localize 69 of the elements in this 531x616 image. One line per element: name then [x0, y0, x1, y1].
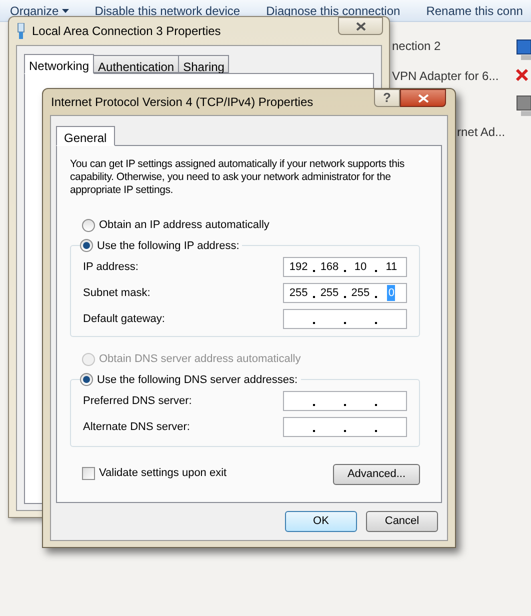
radio-button[interactable]	[82, 218, 95, 232]
octet-separator	[313, 404, 315, 406]
octet-value: 0	[387, 284, 396, 302]
octet-value: 168	[320, 260, 339, 275]
dialog-button[interactable]: Cancel	[366, 511, 438, 532]
network-monitor-icon	[515, 38, 531, 62]
x-mark-icon	[515, 68, 529, 82]
field-label: Preferred DNS server:	[83, 394, 192, 409]
octet-value: 255	[320, 286, 339, 301]
ip-address-field[interactable]: 192 168 10 11	[283, 257, 407, 277]
toolbar-button[interactable]: Organize	[10, 2, 69, 20]
tab[interactable]: Sharing	[178, 55, 230, 73]
ip-address-field[interactable]	[283, 417, 407, 437]
checkbox[interactable]	[82, 466, 95, 480]
octet-value: 10	[354, 260, 367, 275]
octet-separator	[344, 430, 346, 432]
field-label: IP address:	[83, 260, 138, 275]
octet-separator	[344, 404, 346, 406]
close-button[interactable]	[400, 89, 446, 107]
window-title: Local Area Connection 3 Properties	[32, 23, 221, 40]
close-icon	[418, 94, 428, 102]
radio-button[interactable]	[80, 239, 93, 252]
radio-label: Use the following IP address:	[97, 238, 240, 254]
octet-separator	[344, 322, 346, 324]
tab[interactable]: General	[56, 126, 115, 146]
field-label: Default gateway:	[83, 312, 165, 327]
octet-value: 11	[386, 260, 398, 275]
octet-separator	[374, 404, 377, 406]
help-button[interactable]: ?	[374, 89, 400, 107]
octet-separator	[344, 270, 346, 272]
octet-separator	[313, 430, 315, 432]
octet-value: 255	[351, 286, 370, 301]
tab[interactable]: Networking	[24, 54, 94, 74]
ip-address-field[interactable]: 255 255 255 0	[283, 283, 407, 303]
network-cable-icon	[16, 23, 26, 39]
checkbox-label: Validate settings upon exit	[99, 466, 227, 481]
octet-separator	[313, 296, 315, 298]
caret-icon	[62, 9, 69, 13]
toolbar-button[interactable]: Diagnose this connection	[266, 2, 400, 20]
advanced-button[interactable]: Advanced...	[333, 464, 420, 485]
octet-value: 192	[289, 260, 308, 275]
radio-label: Obtain an IP address automatically	[99, 218, 270, 233]
toolbar-button[interactable]: Rename this conn	[426, 2, 523, 20]
tab[interactable]: Authentication	[93, 55, 180, 73]
octet-separator	[374, 296, 377, 298]
radio-label: Use the following DNS server addresses:	[97, 372, 298, 388]
adapter-name[interactable]: nection 2	[392, 37, 441, 55]
field-label: Alternate DNS server:	[83, 420, 190, 435]
octet-separator	[374, 430, 377, 432]
adapter-name[interactable]: VPN Adapter for 6...	[392, 67, 499, 85]
adapter-name[interactable]: rnet Ad...	[457, 123, 506, 141]
octet-separator	[313, 322, 315, 324]
radio-button[interactable]	[80, 373, 93, 386]
octet-separator	[374, 270, 377, 272]
dialog-button[interactable]: OK	[285, 511, 357, 532]
radio-label: Obtain DNS server address automatically	[99, 352, 301, 367]
ip-address-field[interactable]	[283, 391, 407, 411]
octet-separator	[374, 322, 377, 324]
close-icon	[356, 22, 366, 30]
octet-separator	[313, 270, 315, 272]
octet-separator	[344, 296, 346, 298]
ip-address-field[interactable]	[283, 309, 407, 329]
network-monitor-icon	[515, 94, 531, 118]
field-label: Subnet mask:	[83, 286, 150, 301]
close-button[interactable]	[338, 17, 383, 35]
octet-value: 255	[289, 286, 308, 301]
intro-text: You can get IP settings assigned automatically if your network supports this capability. Otherwise, you need to ask your network administrator for the appropriate IP settings.	[70, 158, 406, 197]
window-title: Internet Protocol Version 4 (TCP/IPv4) Properties	[51, 94, 314, 111]
toolbar-button[interactable]: Disable this network device	[94, 2, 240, 20]
